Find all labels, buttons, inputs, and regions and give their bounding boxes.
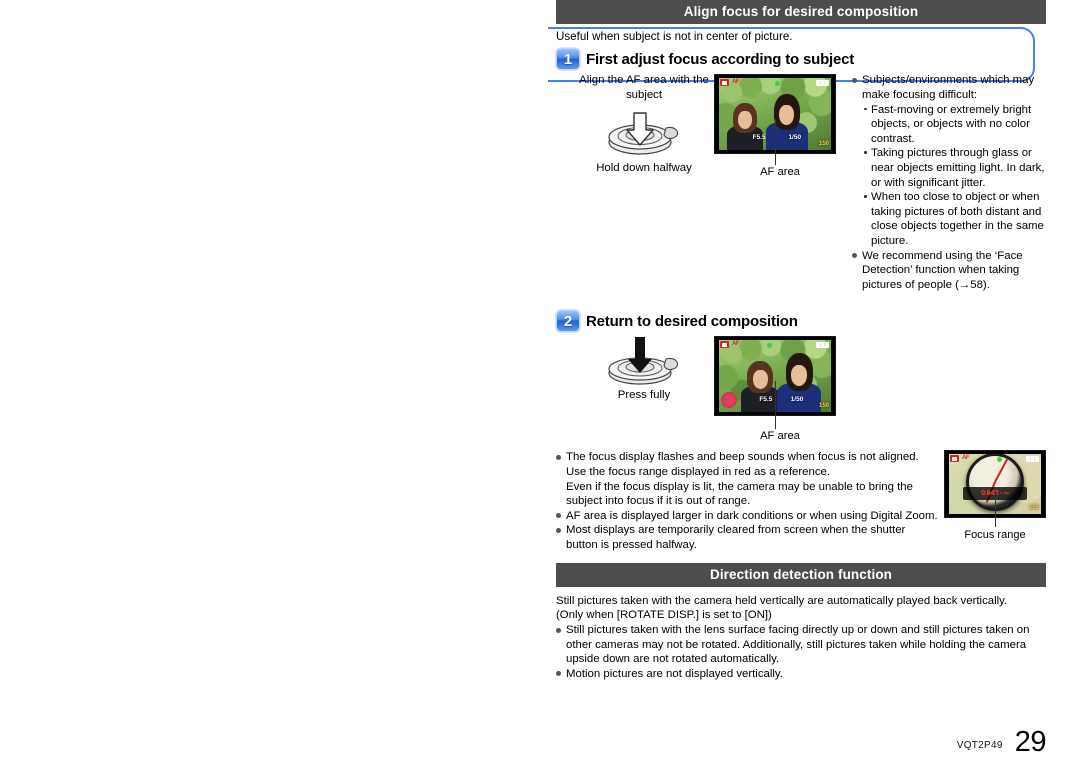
focus-notes-list: The focus display flashes and beep sound… bbox=[556, 450, 938, 552]
focus-notes-column: The focus display flashes and beep sound… bbox=[556, 450, 944, 552]
af-mode-icon-1: AF bbox=[732, 79, 740, 86]
note-item: Most displays are temporarily cleared fr… bbox=[556, 523, 938, 552]
section-2-paragraph-line-2: (Only when [ROTATE DISP.] is set to [ON]… bbox=[556, 609, 772, 622]
recording-mode-icon-3 bbox=[950, 455, 959, 463]
note-item: Subjects/environments which may make foc… bbox=[852, 73, 1046, 248]
battery-icon-1 bbox=[816, 79, 829, 86]
section-2-paragraph-line-1: Still pictures taken with the camera hel… bbox=[556, 594, 1008, 607]
step-2-heading: 2 Return to desired composition bbox=[556, 310, 1046, 333]
step-2-camera-figure: AF F5.5 1/50 150 AF area bbox=[714, 332, 846, 442]
step-1-body: Align the AF area with the subject Hold … bbox=[556, 70, 1046, 292]
camera-screen-step-1: AF F5.5 1/50 150 bbox=[714, 74, 836, 166]
step-2-left-column: Press fully bbox=[556, 332, 714, 442]
person-left-1 bbox=[727, 100, 763, 151]
focus-range-leader-line bbox=[995, 491, 996, 528]
section-2-wrapper: Direction detection function Still pictu… bbox=[556, 562, 1046, 682]
shutter-halfway-svg bbox=[608, 112, 679, 155]
aperture-value-1: F5.5 bbox=[752, 134, 766, 142]
note-text: Subjects/environments which may make foc… bbox=[862, 74, 1035, 102]
af-area-leader-line-1 bbox=[775, 119, 776, 166]
shots-remaining-1: 150 bbox=[818, 141, 829, 148]
note-extra-line: Use the focus range displayed in red as … bbox=[566, 465, 831, 478]
compass-needle-north bbox=[994, 458, 1009, 483]
shots-remaining-3: 150 bbox=[1028, 505, 1039, 512]
step-2-title: Return to desired composition bbox=[586, 312, 798, 330]
shutter-speed-value-2: 1/50 bbox=[790, 396, 804, 404]
shots-remaining-2: 150 bbox=[818, 403, 829, 410]
note-item: We recommend using the ‘Face Detection’ … bbox=[852, 249, 1046, 293]
macro-mode-icon-3: AF bbox=[962, 455, 970, 462]
camera-screen-focus-range: AF 0.64ft - ∞ 150 bbox=[944, 450, 1046, 528]
recording-mode-icon-2 bbox=[720, 341, 729, 349]
sub-note-item: When too close to object or when taking … bbox=[862, 190, 1046, 248]
step-1-caption-bottom: Hold down halfway bbox=[596, 162, 692, 175]
step-1-heading: 1 First adjust focus according to subjec… bbox=[556, 48, 1046, 71]
page-content: Align focus for desired composition Usef… bbox=[556, 0, 1046, 765]
sub-note-item: Taking pictures through glass or near ob… bbox=[862, 146, 1046, 190]
focus-notes-row: The focus display flashes and beep sound… bbox=[556, 450, 1046, 552]
battery-icon-2 bbox=[816, 341, 829, 348]
step-2-badge: 2 bbox=[556, 310, 580, 333]
document-code: VQT2P49 bbox=[956, 740, 1003, 751]
note-item: AF area is displayed larger in dark cond… bbox=[556, 509, 938, 524]
camera-screen-step-2: AF F5.5 1/50 150 bbox=[714, 336, 836, 430]
note-item: The focus display flashes and beep sound… bbox=[556, 450, 938, 508]
af-area-label-2: AF area bbox=[760, 430, 800, 443]
step-2-body: Press fully AF F5.5 1/50 150 AF area bbox=[556, 332, 1046, 442]
note-item: Still pictures taken with the lens surfa… bbox=[556, 623, 1046, 667]
step-1-camera-figure: AF F5.5 1/50 150 AF area bbox=[714, 70, 846, 292]
step-1-left-column: Align the AF area with the subject Hold … bbox=[556, 70, 714, 292]
aperture-value-2: F5.5 bbox=[759, 396, 773, 404]
af-area-label-1: AF area bbox=[760, 166, 800, 179]
focus-range-caption: Focus range bbox=[964, 529, 1026, 542]
step-1-caption-top: Align the AF area with the subject bbox=[579, 74, 709, 102]
shutter-button-full-illustration bbox=[598, 337, 690, 385]
section-header-align-focus: Align focus for desired composition bbox=[556, 0, 1046, 24]
page-footer: VQT2P49 29 bbox=[956, 726, 1047, 758]
section-header-direction-detection: Direction detection function bbox=[556, 562, 1046, 587]
shutter-full-svg bbox=[608, 337, 679, 385]
step-1-notes-column: Subjects/environments which may make foc… bbox=[846, 70, 1046, 292]
note-extra-line: Even if the focus display is lit, the ca… bbox=[566, 480, 913, 508]
section1-lead-text: Useful when subject is not in center of … bbox=[556, 30, 793, 43]
recording-mode-icon-1 bbox=[720, 79, 729, 87]
shutter-button-halfway-illustration bbox=[598, 110, 690, 158]
person-right-1 bbox=[766, 88, 808, 151]
step-1-title: First adjust focus according to subject bbox=[586, 50, 855, 68]
note-item: Motion pictures are not displayed vertic… bbox=[556, 667, 1046, 682]
section-2-paragraph: Still pictures taken with the camera hel… bbox=[556, 594, 1046, 624]
af-mode-icon-2: AF bbox=[732, 341, 740, 348]
section-2-notes-list: Still pictures taken with the lens surfa… bbox=[556, 623, 1046, 681]
af-area-leader-line-2 bbox=[775, 381, 776, 430]
step-1-badge: 1 bbox=[556, 48, 580, 71]
focus-range-figure: AF 0.64ft - ∞ 150 Focus range bbox=[944, 450, 1046, 541]
page-number: 29 bbox=[1014, 726, 1047, 758]
battery-icon-3 bbox=[1026, 455, 1039, 462]
header-frame-left-cap bbox=[545, 27, 548, 82]
sub-note-item: Fast-moving or extremely bright objects,… bbox=[862, 103, 1046, 147]
step-2-caption-bottom: Press fully bbox=[617, 389, 671, 402]
shutter-speed-value-1: 1/50 bbox=[788, 134, 802, 142]
focus-difficulty-sublist: Fast-moving or extremely bright objects,… bbox=[862, 103, 1046, 249]
person-left-2 bbox=[741, 358, 779, 413]
note-text: The focus display flashes and beep sound… bbox=[566, 451, 919, 464]
focus-difficulty-notes: Subjects/environments which may make foc… bbox=[852, 73, 1046, 292]
